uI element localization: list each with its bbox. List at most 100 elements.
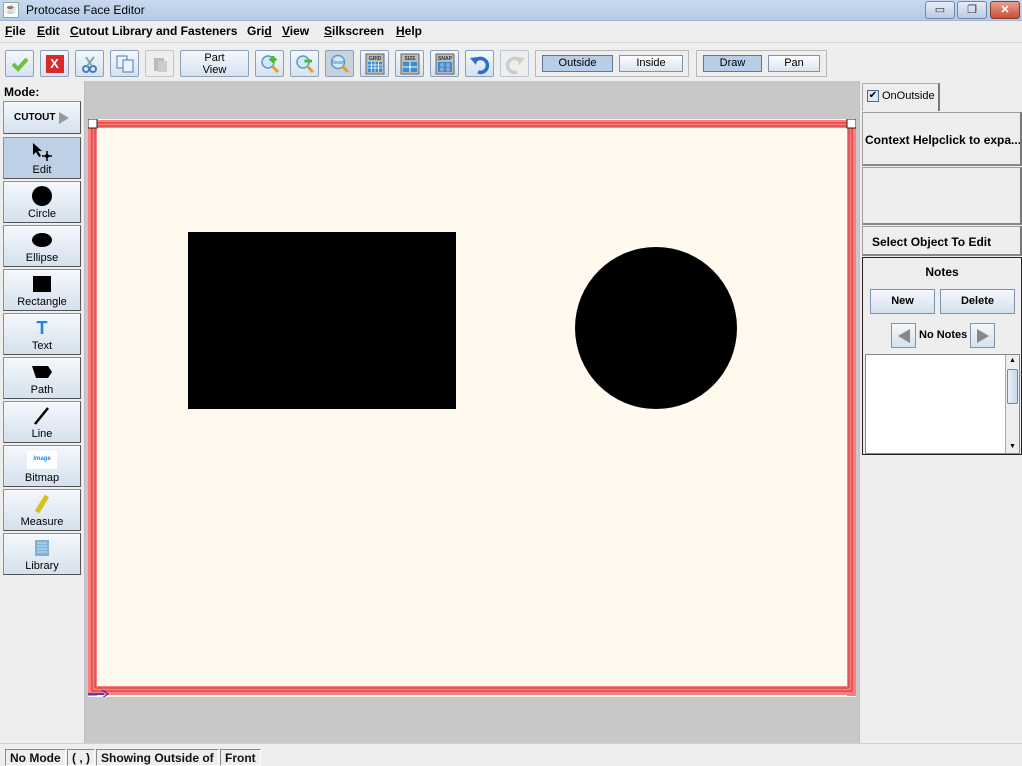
blank-info-panel: [862, 167, 1022, 225]
grid-label: GRID: [368, 56, 381, 62]
status-showing: Showing Outside of: [96, 749, 219, 766]
mode-panel: Mode: CUTOUT Edit Circle Ellipse Rectang…: [0, 81, 85, 743]
pan-button[interactable]: Pan: [768, 55, 820, 72]
size-button[interactable]: SIZE: [395, 50, 424, 77]
note-text-area[interactable]: ▲ ▼: [865, 354, 1020, 454]
paste-icon: [153, 57, 167, 72]
tool-toggle-group: Draw Pan: [696, 50, 827, 77]
zoom-reset-button[interactable]: Reset: [325, 50, 354, 77]
scroll-down-icon[interactable]: ▼: [1006, 441, 1019, 453]
part-view-button[interactable]: Part View: [180, 50, 249, 77]
face-border-top: [90, 120, 854, 128]
notes-count: No Notes: [919, 329, 968, 341]
previous-note-button[interactable]: [891, 323, 916, 348]
zoom-in-button[interactable]: [255, 50, 284, 77]
delete-note-button[interactable]: Delete: [940, 289, 1015, 314]
menu-label: iew: [289, 24, 310, 38]
menu-mnemonic: S: [324, 24, 333, 38]
right-arrow-icon: [976, 328, 989, 343]
size-label: SIZE: [404, 56, 416, 62]
mode-library-label: Library: [25, 560, 59, 572]
circle-icon: [32, 186, 52, 206]
menu-mnemonic: E: [37, 24, 46, 38]
mode-measure-label: Measure: [20, 516, 64, 528]
inside-button[interactable]: Inside: [619, 55, 683, 72]
on-outside-checkbox[interactable]: ✔: [867, 90, 879, 103]
menu-help[interactable]: Help: [396, 24, 422, 38]
cutout-label: CUTOUT: [14, 112, 56, 123]
menu-label: utout Library and Fasteners: [78, 24, 238, 38]
menu-cutout-library[interactable]: Cutout Library and Fasteners: [70, 24, 237, 38]
menu-label: ilkscreen: [332, 24, 385, 38]
notes-scrollbar[interactable]: ▲ ▼: [1005, 355, 1019, 453]
status-mode: No Mode: [5, 749, 66, 766]
menu-label: dit: [45, 24, 60, 38]
draw-button[interactable]: Draw: [703, 55, 762, 72]
scroll-up-icon[interactable]: ▲: [1006, 355, 1019, 367]
menu-label: ile: [12, 24, 26, 38]
ellipse-icon: [32, 233, 52, 247]
rectangle-icon: [33, 276, 51, 292]
text-icon: T: [36, 318, 48, 338]
circle-shape[interactable]: [575, 247, 737, 409]
menu-view[interactable]: View: [282, 24, 309, 38]
undo-icon: [469, 56, 489, 74]
mode-edit[interactable]: Edit: [3, 137, 81, 179]
menu-label: elp: [404, 24, 423, 38]
mode-text-label: Text: [31, 340, 53, 352]
cutout-button[interactable]: CUTOUT: [3, 101, 81, 134]
mode-ellipse[interactable]: Ellipse: [3, 225, 81, 267]
face-canvas[interactable]: [88, 119, 856, 697]
accept-button[interactable]: [5, 50, 34, 77]
size-icon: SIZE: [400, 53, 419, 74]
rectangle-shape[interactable]: [188, 232, 456, 409]
next-note-button[interactable]: [970, 323, 995, 348]
mode-bitmap[interactable]: Image Bitmap: [3, 445, 81, 487]
menu-bar: File Edit Cutout Library and Fasteners G…: [0, 21, 1022, 43]
menu-grid[interactable]: Grid: [247, 24, 272, 38]
canvas-area[interactable]: [85, 81, 859, 743]
restore-button[interactable]: ❐: [957, 1, 987, 19]
mode-library[interactable]: Library: [3, 533, 81, 575]
mode-circle[interactable]: Circle: [3, 181, 81, 223]
close-button[interactable]: ✕: [990, 1, 1020, 19]
scroll-thumb[interactable]: [1007, 369, 1018, 404]
mode-measure[interactable]: Measure: [3, 489, 81, 531]
status-coordinates: ( , ): [67, 749, 95, 766]
scissors-icon: [81, 55, 97, 73]
cut-button[interactable]: [75, 50, 104, 77]
menu-file[interactable]: File: [5, 24, 26, 38]
mode-path[interactable]: Path: [3, 357, 81, 399]
toolbar: X Part View Reset GRID SIZE SNAP Outside…: [0, 44, 1022, 80]
mode-rectangle[interactable]: Rectangle: [3, 269, 81, 311]
paste-button[interactable]: [145, 50, 174, 77]
menu-label: Gri: [247, 24, 265, 38]
zoom-out-button[interactable]: [290, 50, 319, 77]
menu-mnemonic: d: [264, 24, 272, 38]
minimize-button[interactable]: ▭: [925, 1, 955, 19]
part-view-line1: Part: [204, 52, 225, 64]
on-outside-tab[interactable]: ✔ OnOutside: [862, 83, 940, 111]
mode-rectangle-label: Rectangle: [17, 296, 67, 308]
snap-button[interactable]: SNAP: [430, 50, 459, 77]
mode-label: Mode:: [4, 85, 40, 99]
context-help-panel[interactable]: Context Helpclick to expa...: [862, 112, 1022, 166]
menu-edit[interactable]: Edit: [37, 24, 60, 38]
mode-path-label: Path: [30, 384, 54, 396]
snap-label: SNAP: [438, 56, 453, 62]
copy-button[interactable]: [110, 50, 139, 77]
mode-line[interactable]: Line: [3, 401, 81, 443]
mode-text[interactable]: T Text: [3, 313, 81, 355]
grid-button[interactable]: GRID: [360, 50, 389, 77]
play-arrow-icon: [59, 112, 69, 124]
undo-button[interactable]: [465, 50, 494, 77]
outside-button[interactable]: Outside: [542, 55, 613, 72]
cancel-button[interactable]: X: [40, 50, 69, 77]
face-board[interactable]: [88, 119, 856, 697]
line-icon: [34, 407, 49, 425]
redo-button[interactable]: [500, 50, 529, 77]
mode-edit-label: Edit: [32, 164, 52, 176]
zoom-out-icon: [295, 54, 314, 73]
menu-silkscreen[interactable]: Silkscreen: [324, 24, 384, 38]
new-note-button[interactable]: New: [870, 289, 935, 314]
